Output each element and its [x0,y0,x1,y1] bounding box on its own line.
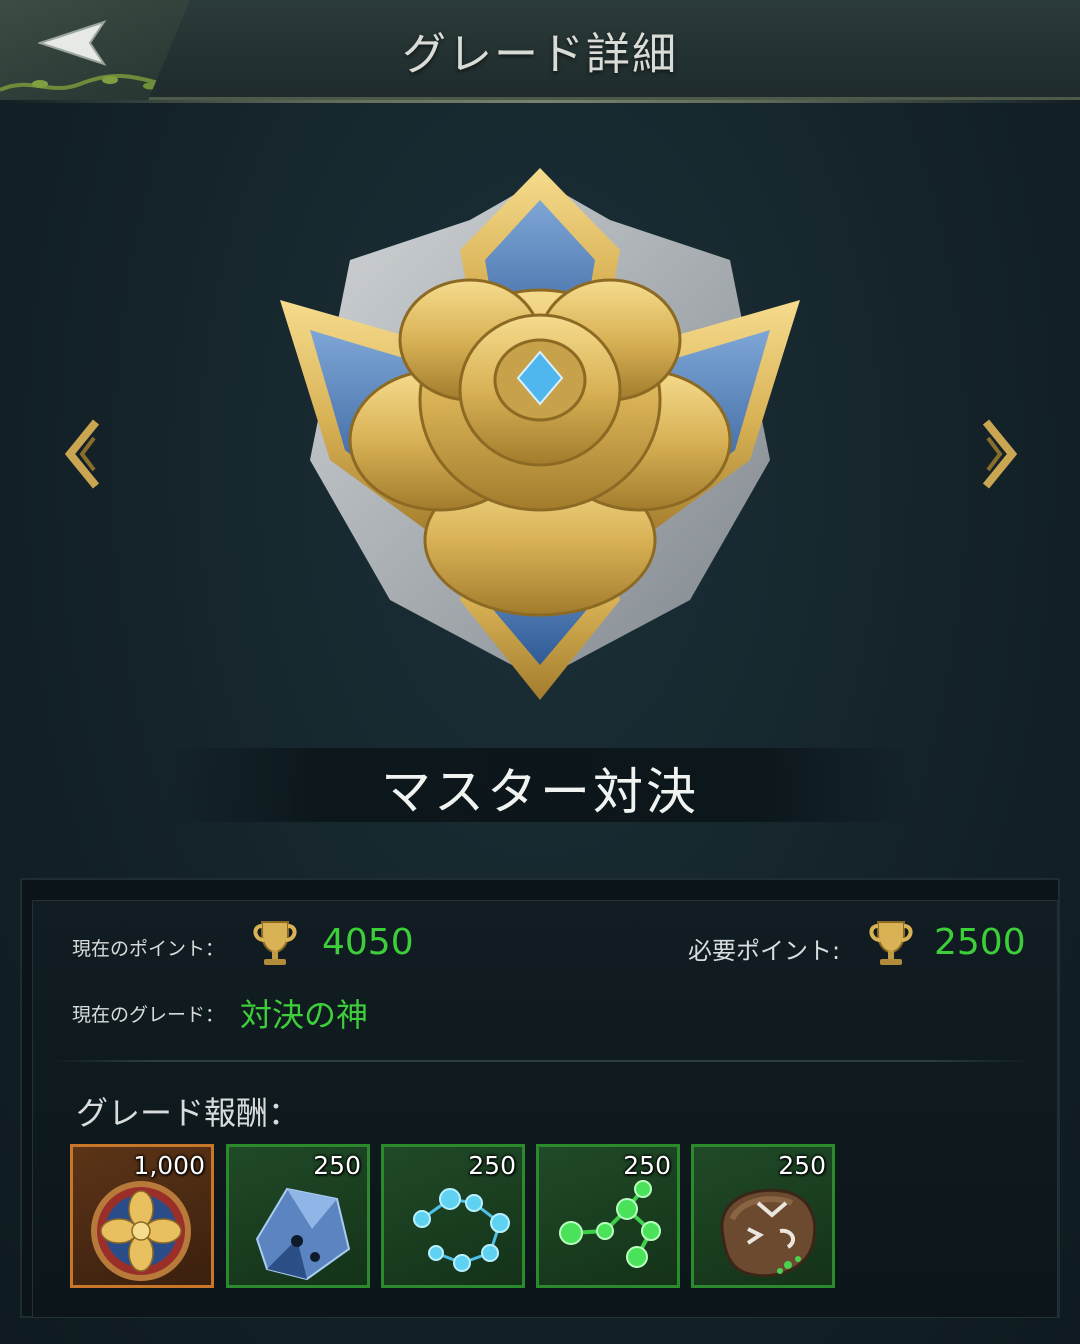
reward-item[interactable]: 1,000 [70,1144,214,1288]
trophy-icon [869,921,913,965]
reward-item[interactable]: 250 [381,1144,525,1288]
blue-crystal-icon [255,1187,351,1281]
previous-grade-arrow-icon[interactable] [64,418,104,490]
reward-quantity: 1,000 [133,1151,205,1180]
reward-quantity: 250 [468,1151,516,1180]
rune-stone-icon [720,1188,817,1278]
current-grade-value: 対決の神 [240,996,369,1034]
green-molecule-icon [559,1180,661,1268]
current-points-label: 現在のポイント： [72,938,225,960]
required-points-value: 2500 [934,922,1026,963]
top-bar: グレード詳細 [0,0,1080,103]
reward-item[interactable]: 250 [226,1144,370,1288]
current-points-value: 4050 [322,922,414,963]
reward-item[interactable]: 250 [691,1144,835,1288]
reward-quantity: 250 [623,1151,671,1180]
reward-quantity: 250 [778,1151,826,1180]
gold-flower-medal-icon [91,1181,191,1281]
reward-item[interactable]: 250 [536,1144,680,1288]
next-grade-arrow-icon[interactable] [978,418,1018,490]
trophy-icon [253,921,297,965]
grade-name: マスター対決 [381,763,699,821]
required-points-label: 必要ポイント: [688,937,841,965]
reward-quantity: 250 [313,1151,361,1180]
grade-emblem-icon [280,168,800,700]
page-title: グレード詳細 [402,29,678,80]
current-grade-label: 現在のグレード： [72,1004,225,1026]
grade-rewards-title: グレード報酬： [76,1094,301,1132]
divider [48,1060,1033,1062]
blue-molecule-icon [413,1188,510,1272]
